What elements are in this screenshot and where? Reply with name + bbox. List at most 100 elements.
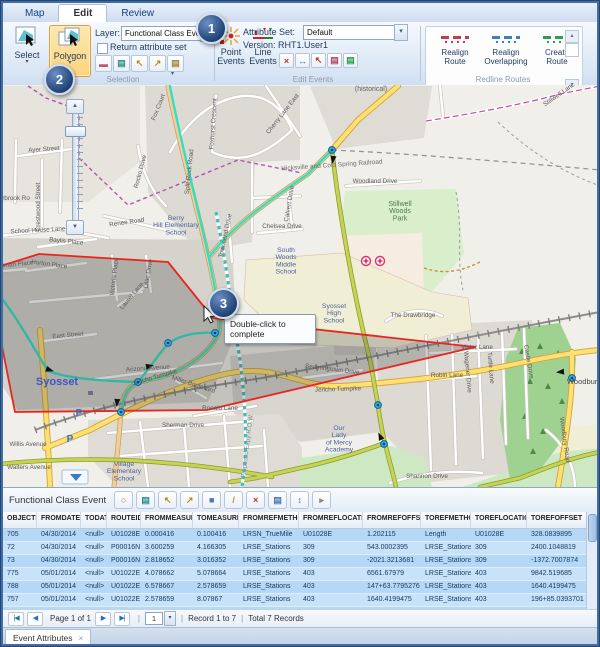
table-cell: P00016N (107, 555, 141, 567)
last-page-button[interactable]: ▶| (114, 612, 130, 626)
next-page-button[interactable]: ▶ (95, 612, 111, 626)
close-tab-icon[interactable]: × (79, 634, 84, 643)
table-cell: <null> (81, 555, 107, 567)
column-header[interactable]: FROMREFMETHOD (239, 512, 299, 528)
attribute-set-select[interactable]: Default (303, 25, 396, 40)
table-row[interactable]: 7304/30/2014<null>P00016N2.8186523.01635… (3, 555, 597, 568)
return-attribute-set-checkbox[interactable] (97, 43, 108, 54)
table-cell: 403 (471, 568, 527, 580)
scroll-up-icon[interactable]: ▴ (565, 30, 579, 43)
dashed-route-icon (492, 36, 520, 39)
table-cell: 309 (471, 555, 527, 567)
tab-edit[interactable]: Edit (58, 4, 107, 22)
panel-header: Functional Class Event ○ ▤ ↖ ↗ ■ / × ▤ ↕… (3, 488, 597, 513)
map-label: Syosset (36, 376, 79, 388)
save-results-icon[interactable]: ■ (202, 491, 221, 509)
page-number-input[interactable]: 1 (145, 612, 163, 625)
table-cell: 1640.4199475 (363, 594, 421, 606)
select-by-attribute-icon[interactable]: ↖ (131, 55, 148, 72)
event-table-icon[interactable]: ▤ (327, 53, 342, 68)
merge-events-icon[interactable]: ↔ (295, 53, 310, 68)
zoom-out-button[interactable]: ▼ (66, 220, 84, 235)
table-row[interactable]: 70504/30/2014<null>U01028E0.0004160.1004… (3, 529, 597, 542)
table-cell: 543.0002395 (363, 542, 421, 554)
clear-selection-icon[interactable]: ▬ (95, 55, 112, 72)
map-canvas[interactable]: P P SyossetWoodbury(historical)Hicksvill… (0, 85, 600, 487)
select-button[interactable]: Select ▾ (8, 25, 46, 75)
prev-page-button[interactable]: ◀ (27, 612, 43, 626)
split-event-icon[interactable]: × (279, 53, 294, 68)
table-cell: 6561.67979 (363, 568, 421, 580)
column-header[interactable]: TOREFOFFSET (527, 512, 587, 528)
tab-event-attributes[interactable]: Event Attributes × (5, 629, 91, 646)
attribute-table-icon[interactable]: ▤ (136, 491, 155, 509)
table-row[interactable]: 7204/30/2014<null>P00016N3.6002594.16630… (3, 542, 597, 555)
select-by-location-icon[interactable]: ↗ (149, 55, 166, 72)
table-cell: U01022E (107, 581, 141, 593)
column-header[interactable]: FROMMEASURE (141, 512, 193, 528)
total-records-text: Total 7 Records (248, 614, 304, 623)
add-to-selection-icon[interactable]: ↖ (158, 491, 177, 509)
selection-table-icon[interactable]: ▤ (113, 55, 130, 72)
redline-button[interactable]: Realign Route (430, 33, 480, 66)
map-label: Crestwood Street (35, 182, 42, 231)
field-view-icon[interactable]: ▤ (268, 491, 287, 509)
table-cell: LRSN_TrueMile (239, 529, 299, 541)
zoom-handle[interactable] (65, 126, 86, 137)
grid-scrollbar-thumb[interactable] (588, 514, 597, 542)
table-cell: U01022E (107, 594, 141, 606)
attribute-grid-icon[interactable]: ▤ (343, 53, 358, 68)
table-cell: 05/01/2014 (37, 594, 81, 606)
zoom-in-button[interactable]: ▲ (66, 99, 84, 114)
first-page-button[interactable]: |◀ (8, 612, 24, 626)
column-header[interactable]: TOREFLOCATION (471, 512, 527, 528)
export-records-icon[interactable]: ▸ (312, 491, 331, 509)
table-cell: 705 (3, 529, 37, 541)
remove-from-selection-icon[interactable]: ↗ (180, 491, 199, 509)
table-cell: LRSE_Stations (421, 542, 471, 554)
polygon-select-icon (57, 26, 83, 50)
redline-button[interactable]: Realign Overlapping (481, 33, 531, 66)
dotted-route-icon (547, 41, 567, 43)
table-row[interactable]: 78805/01/2014<null>U01022E6.5786672.5786… (3, 581, 597, 594)
column-header[interactable]: TOREFMETHOD (421, 512, 471, 528)
page-number-dropdown[interactable]: ▾ (164, 611, 176, 626)
table-cell: 5.078664 (193, 568, 239, 580)
table-cell: 2400.1048819 (527, 542, 587, 554)
panel-collapse-control[interactable] (62, 470, 88, 484)
edit-record-icon[interactable]: / (224, 491, 243, 509)
table-cell: 2.578659 (193, 581, 239, 593)
column-header[interactable]: TOMEASURE (193, 512, 239, 528)
table-cell: 2.818652 (141, 555, 193, 567)
column-header[interactable]: FROMDATE (37, 512, 81, 528)
clear-results-icon[interactable]: ○ (114, 491, 133, 509)
delete-record-icon[interactable]: × (246, 491, 265, 509)
attribute-set-arrow[interactable]: ▾ (394, 24, 408, 41)
event-results-panel: Functional Class Event ○ ▤ ↖ ↗ ■ / × ▤ ↕… (3, 487, 597, 645)
table-cell: 309 (299, 542, 363, 554)
tab-map[interactable]: Map (11, 5, 58, 22)
map-label: Woodland Drive (353, 178, 398, 185)
select-event-icon[interactable]: ↖ (311, 53, 326, 68)
event-editor-window: MapEditReview Select ▾ Polygon ▾ Layer: … (0, 0, 600, 647)
map-label: The Drawbridge (391, 312, 436, 319)
table-cell: LRSE_Stations (239, 542, 299, 554)
column-header[interactable]: ROUTEID (107, 512, 141, 528)
sort-records-icon[interactable]: ↕ (290, 491, 309, 509)
selectable-layers-icon[interactable]: ▤ (167, 55, 184, 72)
table-cell: 4.078662 (141, 568, 193, 580)
column-header[interactable]: OBJECTID (3, 512, 37, 528)
column-header[interactable]: FROMREFLOCATION (299, 512, 363, 528)
table-cell: 1640.4199475 (527, 581, 587, 593)
grid-scrollbar[interactable] (586, 512, 597, 609)
table-row[interactable]: 77505/01/2014<null>U01022E4.0786625.0786… (3, 568, 597, 581)
ribbon-tab-bar: MapEditReview (3, 2, 597, 23)
column-header[interactable]: TODATE (81, 512, 107, 528)
table-row[interactable]: 75705/01/2014<null>U01022E2.5786598.0786… (3, 594, 597, 607)
table-cell: <null> (81, 594, 107, 606)
scrollbar-thumb[interactable] (565, 43, 579, 57)
column-header[interactable]: FROMREFOFFSET (363, 512, 421, 528)
tab-review[interactable]: Review (107, 5, 168, 22)
layer-select[interactable]: Functional Class Event (121, 26, 204, 41)
version-text: Version: RHT1.User1 (243, 40, 328, 50)
